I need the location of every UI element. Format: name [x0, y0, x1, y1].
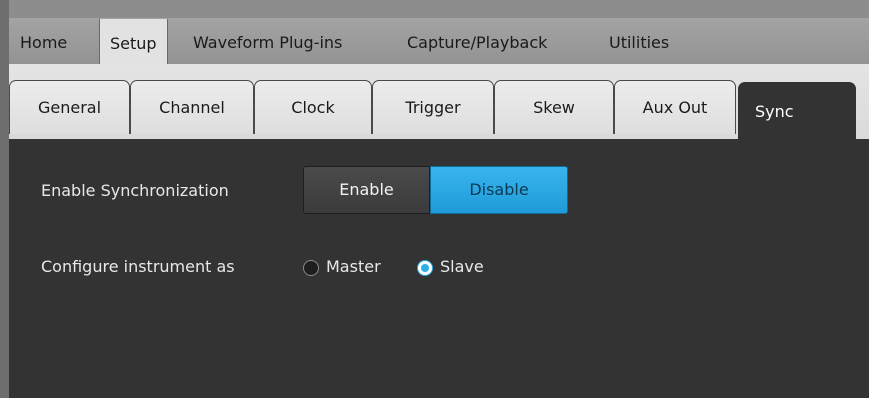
- main-menu-bar: Home Setup Waveform Plug-ins Capture/Pla…: [9, 18, 869, 65]
- app-window: Home Setup Waveform Plug-ins Capture/Pla…: [0, 0, 869, 398]
- tab-general[interactable]: General: [9, 80, 130, 134]
- setup-tab-bar: General Channel Clock Trigger Skew Aux O…: [9, 64, 869, 139]
- master-radio-label[interactable]: Master: [326, 257, 381, 276]
- menu-item-waveform-plug-ins[interactable]: Waveform Plug-ins: [193, 18, 342, 64]
- menu-item-utilities[interactable]: Utilities: [609, 18, 669, 64]
- menu-item-home[interactable]: Home: [20, 18, 67, 64]
- enable-synchronization-label: Enable Synchronization: [41, 181, 229, 200]
- enable-button[interactable]: Enable: [303, 166, 430, 214]
- configure-instrument-label: Configure instrument as: [41, 257, 235, 276]
- tab-aux-out[interactable]: Aux Out: [614, 80, 736, 134]
- sync-panel: Enable Synchronization Enable Disable Co…: [9, 139, 869, 398]
- window-left-border: [0, 0, 9, 398]
- disable-button[interactable]: Disable: [430, 166, 568, 214]
- master-radio[interactable]: [303, 260, 319, 276]
- menu-item-capture-playback[interactable]: Capture/Playback: [407, 18, 547, 64]
- tab-sync[interactable]: Sync: [738, 82, 856, 139]
- slave-radio-label[interactable]: Slave: [440, 257, 484, 276]
- menu-item-setup[interactable]: Setup: [99, 19, 168, 65]
- tab-skew[interactable]: Skew: [494, 80, 614, 134]
- tab-clock[interactable]: Clock: [254, 80, 372, 134]
- slave-radio[interactable]: [417, 260, 433, 276]
- tab-channel[interactable]: Channel: [130, 80, 254, 134]
- tab-trigger[interactable]: Trigger: [372, 80, 494, 134]
